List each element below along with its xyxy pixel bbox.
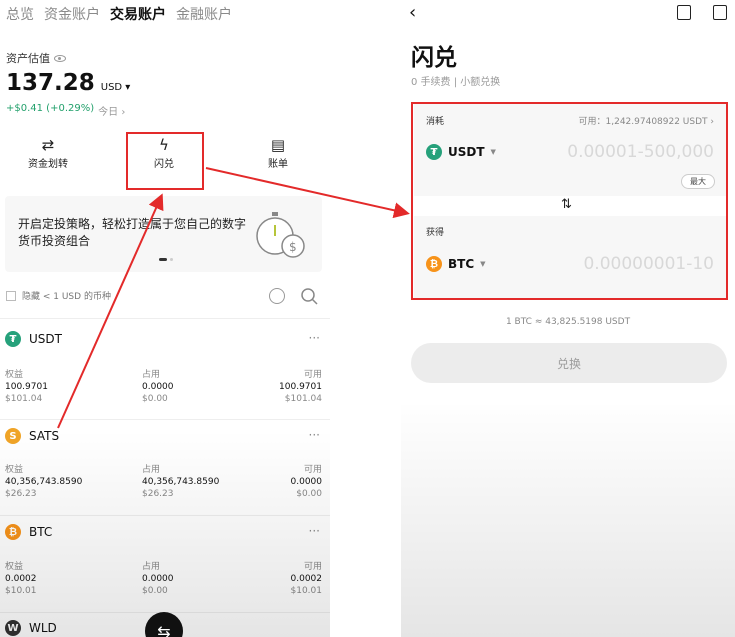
coin-header-usdt[interactable]: ₮ USDT (5, 331, 62, 347)
asset-valuation-label: 资产估值 (6, 50, 66, 66)
available-column: 可用 0.0000 $0.00 (290, 465, 323, 499)
back-arrow-icon[interactable]: ‹ (409, 2, 416, 23)
bill-icon: ▤ (270, 136, 286, 154)
sats-coin-icon: S (5, 428, 21, 444)
pnl-value: +$0.41 (+0.29%) (6, 103, 95, 114)
coin-header-btc[interactable]: ₿ BTC (5, 524, 52, 540)
wld-coin-icon: W (5, 620, 21, 636)
available-column: 可用 100.9701 $101.04 (279, 370, 322, 404)
annotation-box-convert-form (411, 102, 728, 300)
swap-fab-icon[interactable]: ⇆ (145, 612, 183, 637)
pnl-period-link[interactable]: 今日 › (98, 103, 125, 118)
history-icon[interactable] (713, 5, 727, 20)
usdt-coin-icon: ₮ (5, 331, 21, 347)
screen-shadow (401, 400, 735, 637)
banner-pager (159, 258, 173, 261)
available-column: 可用 0.0002 $10.01 (290, 562, 323, 596)
account-tabs: 总览 资金账户 交易账户 金融账户 (6, 4, 232, 24)
settings-ring-icon[interactable] (269, 288, 285, 304)
balance-value: 137.28 (6, 70, 95, 96)
tab-funding-account[interactable]: 资金账户 (44, 4, 100, 24)
more-options-icon[interactable]: ··· (309, 428, 320, 442)
coin-header-wld[interactable]: W WLD (5, 620, 57, 636)
occupied-column: 占用 0.0000 $0.00 (142, 370, 174, 404)
svg-text:$: $ (289, 240, 297, 254)
screenshot-stage: 总览 资金账户 交易账户 金融账户 资产估值 137.28 USD ▾ +$0.… (0, 0, 735, 637)
dca-promo-banner[interactable]: 开启定投策略，轻松打造属于您自己的数字货币投资组合 $ (5, 196, 322, 272)
transfer-icon: ⇄ (41, 136, 55, 154)
balance: 137.28 USD ▾ (6, 70, 130, 96)
hide-small-checkbox[interactable] (6, 290, 16, 301)
occupied-column: 占用 40,356,743.8590 $26.23 (142, 465, 220, 499)
daily-pnl: +$0.41 (+0.29%) 今日 › (6, 103, 125, 118)
equity-column: 权益 100.9701 $101.04 (5, 370, 48, 404)
trading-account-screen: 总览 资金账户 交易账户 金融账户 资产估值 137.28 USD ▾ +$0.… (0, 0, 330, 637)
divider (0, 318, 330, 319)
page-subtitle: 0 手续费 | 小额兑换 (411, 77, 501, 88)
tab-financial-account[interactable]: 金融账户 (176, 4, 232, 24)
tab-trading-account[interactable]: 交易账户 (110, 4, 166, 24)
eye-icon[interactable] (54, 54, 66, 62)
currency-selector[interactable]: USD ▾ (101, 82, 131, 93)
divider (0, 515, 330, 516)
annotation-box-flash-convert (126, 132, 204, 190)
btc-coin-icon: ₿ (5, 524, 21, 540)
more-options-icon[interactable]: ··· (309, 331, 320, 345)
more-options-icon[interactable]: ··· (309, 524, 320, 538)
transfer-button[interactable]: ⇄ 资金划转 (8, 135, 88, 170)
convert-button[interactable]: 兑换 (411, 343, 727, 383)
search-icon[interactable] (300, 287, 318, 305)
exchange-rate: 1 BTC ≈ 43,825.5198 USDT (505, 317, 631, 327)
book-icon[interactable] (677, 5, 691, 20)
equity-column: 权益 40,356,743.8590 $26.23 (5, 465, 83, 499)
divider (0, 419, 330, 420)
bills-button[interactable]: ▤ 账单 (238, 135, 318, 170)
flash-convert-screen: ‹ 闪兑 0 手续费 | 小额兑换 消耗 可用：1,242.97408922 U… (401, 0, 735, 637)
stopwatch-dollar-icon: $ (256, 212, 305, 258)
coin-header-sats[interactable]: S SATS (5, 428, 59, 444)
banner-text: 开启定投策略，轻松打造属于您自己的数字货币投资组合 (18, 217, 247, 248)
occupied-column: 占用 0.0000 $0.00 (142, 562, 174, 596)
tab-overview[interactable]: 总览 (6, 4, 34, 24)
equity-column: 权益 0.0002 $10.01 (5, 562, 37, 596)
page-title: 闪兑 (411, 45, 457, 71)
